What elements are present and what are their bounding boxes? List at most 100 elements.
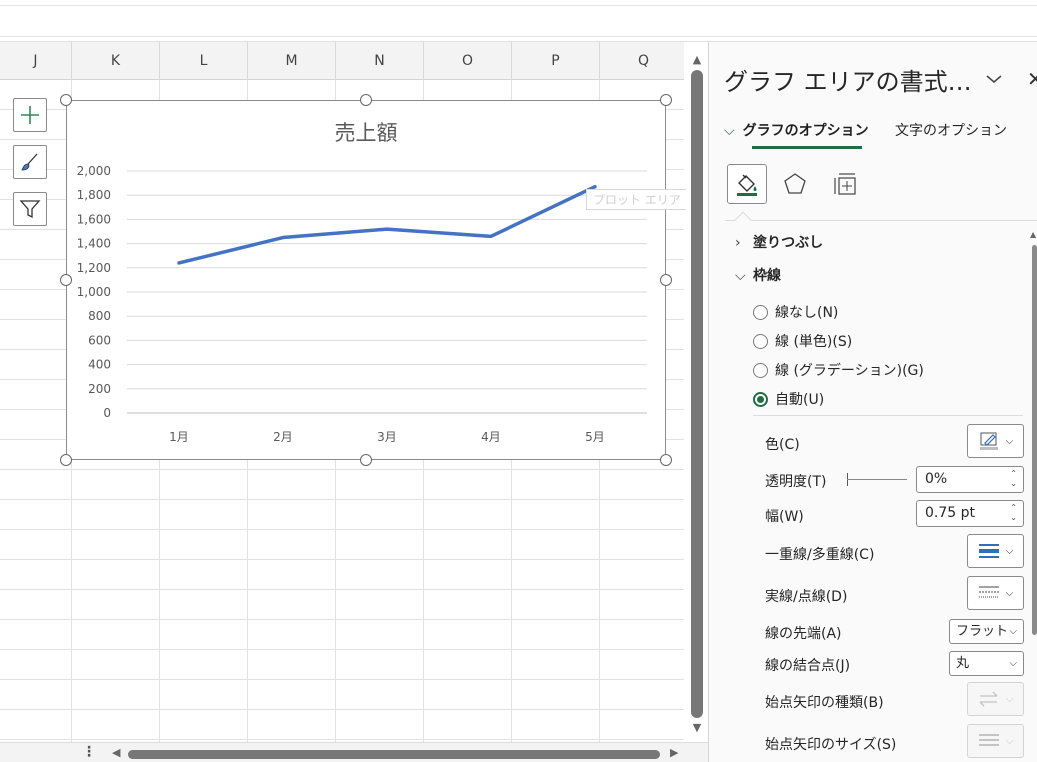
chevron-down-icon: ⌵: [1009, 658, 1017, 669]
color-dropdown[interactable]: ⌵: [967, 424, 1024, 458]
radio-automatic[interactable]: 自動(U): [753, 389, 824, 409]
compound-type-dropdown[interactable]: ⌵: [967, 534, 1024, 568]
effects-tab[interactable]: [775, 164, 815, 204]
chart-area[interactable]: 売上額 0 200 400 600 800 1,000 1,200 1,400 1,600 1,8…: [66, 100, 666, 460]
cap-type-select[interactable]: フラット ⌵: [949, 619, 1024, 644]
column-header-m[interactable]: M: [248, 42, 336, 80]
begin-arrow-type-label: 始点矢印の種類(B): [765, 695, 884, 711]
horizontal-scroll-thumb[interactable]: [128, 750, 660, 759]
transparency-input[interactable]: 0% ⌃ ⌄: [916, 466, 1024, 493]
options-separator: [753, 415, 1023, 416]
scroll-down-icon[interactable]: ▼: [690, 722, 704, 734]
begin-arrow-size-label: 始点矢印のサイズ(S): [765, 737, 897, 753]
horizontal-scroll-area: ⋮ ◀ ▶: [0, 742, 708, 762]
chart-plot-svg[interactable]: 0 200 400 600 800 1,000 1,200 1,400 1,600 1,800 2,…: [67, 101, 665, 459]
dash-lines-icon: [978, 586, 999, 598]
x-tick-label[interactable]: 3月: [377, 430, 397, 444]
y-tick-label[interactable]: 400: [88, 358, 111, 372]
formula-bar-input[interactable]: [0, 5, 1037, 37]
radio-circle-checked[interactable]: [753, 391, 768, 407]
column-header-n[interactable]: N: [336, 42, 424, 80]
color-label: 色(C): [765, 437, 800, 453]
vertical-scroll-thumb[interactable]: [691, 70, 703, 718]
begin-arrow-type-dropdown[interactable]: ⌵: [967, 682, 1024, 716]
resize-handle-bottom-right[interactable]: [660, 454, 672, 466]
resize-handle-top[interactable]: [360, 94, 372, 106]
fill-line-tab[interactable]: [727, 164, 767, 204]
size-properties-tab[interactable]: [827, 164, 867, 204]
arrow-size-icon: [978, 734, 999, 746]
tab-chart-options[interactable]: ⌵ グラフのオプション: [724, 120, 869, 149]
pane-scroll-thumb[interactable]: [1032, 245, 1037, 635]
transparency-value: 0%: [925, 471, 948, 487]
y-tick-label[interactable]: 1,800: [77, 188, 111, 202]
chart-filters-button[interactable]: [13, 192, 47, 226]
radio-no-line[interactable]: 線なし(N): [753, 302, 838, 322]
compound-type-label: 一重線/多重線(C): [765, 547, 875, 563]
resize-handle-right[interactable]: [660, 274, 672, 286]
spinner-arrows[interactable]: ⌃ ⌄: [1010, 469, 1017, 489]
section-border-label: 枠線: [753, 268, 781, 284]
chevron-down-icon: ⌵: [1009, 626, 1017, 637]
chevron-right-icon: ›: [735, 235, 741, 251]
column-header-q[interactable]: Q: [600, 42, 684, 80]
chevron-down-icon: ⌵: [1005, 735, 1014, 747]
width-input[interactable]: 0.75 pt ⌃ ⌄: [916, 500, 1024, 527]
pane-close-icon[interactable]: ✕: [1027, 67, 1037, 91]
vertical-scrollbar[interactable]: ▲ ▼: [686, 48, 708, 742]
filter-icon: [19, 200, 41, 219]
resize-handle-top-right[interactable]: [660, 94, 672, 106]
tab-separator: [725, 220, 1037, 221]
column-header-k[interactable]: K: [72, 42, 160, 80]
radio-circle[interactable]: [753, 362, 768, 378]
spinner-arrows[interactable]: ⌃ ⌄: [1010, 503, 1017, 523]
y-tick-label[interactable]: 0: [103, 406, 111, 420]
column-header-p[interactable]: P: [512, 42, 600, 80]
resize-handle-top-left[interactable]: [60, 94, 72, 106]
pane-options-chevron-icon[interactable]: [985, 70, 1003, 89]
radio-circle[interactable]: [753, 304, 768, 320]
section-fill[interactable]: › 塗りつぶし: [735, 232, 823, 252]
resize-handle-left[interactable]: [60, 274, 72, 286]
section-border[interactable]: ⌵ 枠線: [735, 265, 781, 285]
pane-scrollbar[interactable]: ▲: [1030, 230, 1037, 762]
y-tick-label[interactable]: 1,600: [77, 212, 111, 226]
begin-arrow-size-dropdown[interactable]: ⌵: [967, 724, 1024, 758]
arrow-type-icon: [979, 691, 998, 707]
y-tick-label[interactable]: 600: [88, 333, 111, 347]
resize-handle-bottom-left[interactable]: [60, 454, 72, 466]
chart-styles-button[interactable]: [13, 145, 47, 179]
chart-elements-button[interactable]: [13, 98, 47, 132]
radio-gradient-line[interactable]: 線 (グラデーション)(G): [753, 360, 924, 380]
column-header-o[interactable]: O: [424, 42, 512, 80]
y-tick-label[interactable]: 1,400: [77, 237, 111, 251]
active-tab-underline: [752, 146, 862, 149]
scroll-left-icon[interactable]: ◀: [112, 746, 120, 759]
x-tick-label[interactable]: 4月: [481, 430, 501, 444]
scroll-up-icon[interactable]: ▲: [690, 54, 704, 66]
cap-type-label: 線の先端(A): [765, 626, 842, 642]
x-tick-label[interactable]: 5月: [585, 430, 605, 444]
cap-type-value: フラット: [956, 624, 1009, 639]
resize-handle-bottom[interactable]: [360, 454, 372, 466]
x-tick-label[interactable]: 1月: [169, 430, 189, 444]
radio-solid-line[interactable]: 線 (単色)(S): [753, 331, 852, 351]
radio-circle[interactable]: [753, 333, 768, 349]
more-options-icon[interactable]: ⋮: [82, 744, 96, 760]
column-header-l[interactable]: L: [160, 42, 248, 80]
scroll-right-icon[interactable]: ▶: [670, 746, 678, 759]
series-line[interactable]: [177, 184, 597, 265]
pane-scroll-up-icon[interactable]: ▲: [1030, 230, 1036, 239]
column-header-j[interactable]: J: [0, 42, 72, 80]
y-tick-label[interactable]: 1,000: [77, 285, 111, 299]
tab-text-options[interactable]: 文字のオプション: [895, 120, 1007, 140]
format-chart-area-pane: グラフ エリアの書式… ✕ ⌵グラフのオプション 文字のオプション ›塗: [708, 42, 1037, 762]
join-type-select[interactable]: 丸 ⌵: [949, 651, 1024, 676]
y-tick-label[interactable]: 200: [88, 382, 111, 396]
y-tick-label[interactable]: 800: [88, 309, 111, 323]
y-tick-label[interactable]: 1,200: [77, 261, 111, 275]
y-tick-label[interactable]: 2,000: [77, 164, 111, 178]
dash-type-dropdown[interactable]: ⌵: [967, 576, 1024, 610]
x-tick-label[interactable]: 2月: [273, 430, 293, 444]
transparency-slider[interactable]: [847, 479, 907, 480]
